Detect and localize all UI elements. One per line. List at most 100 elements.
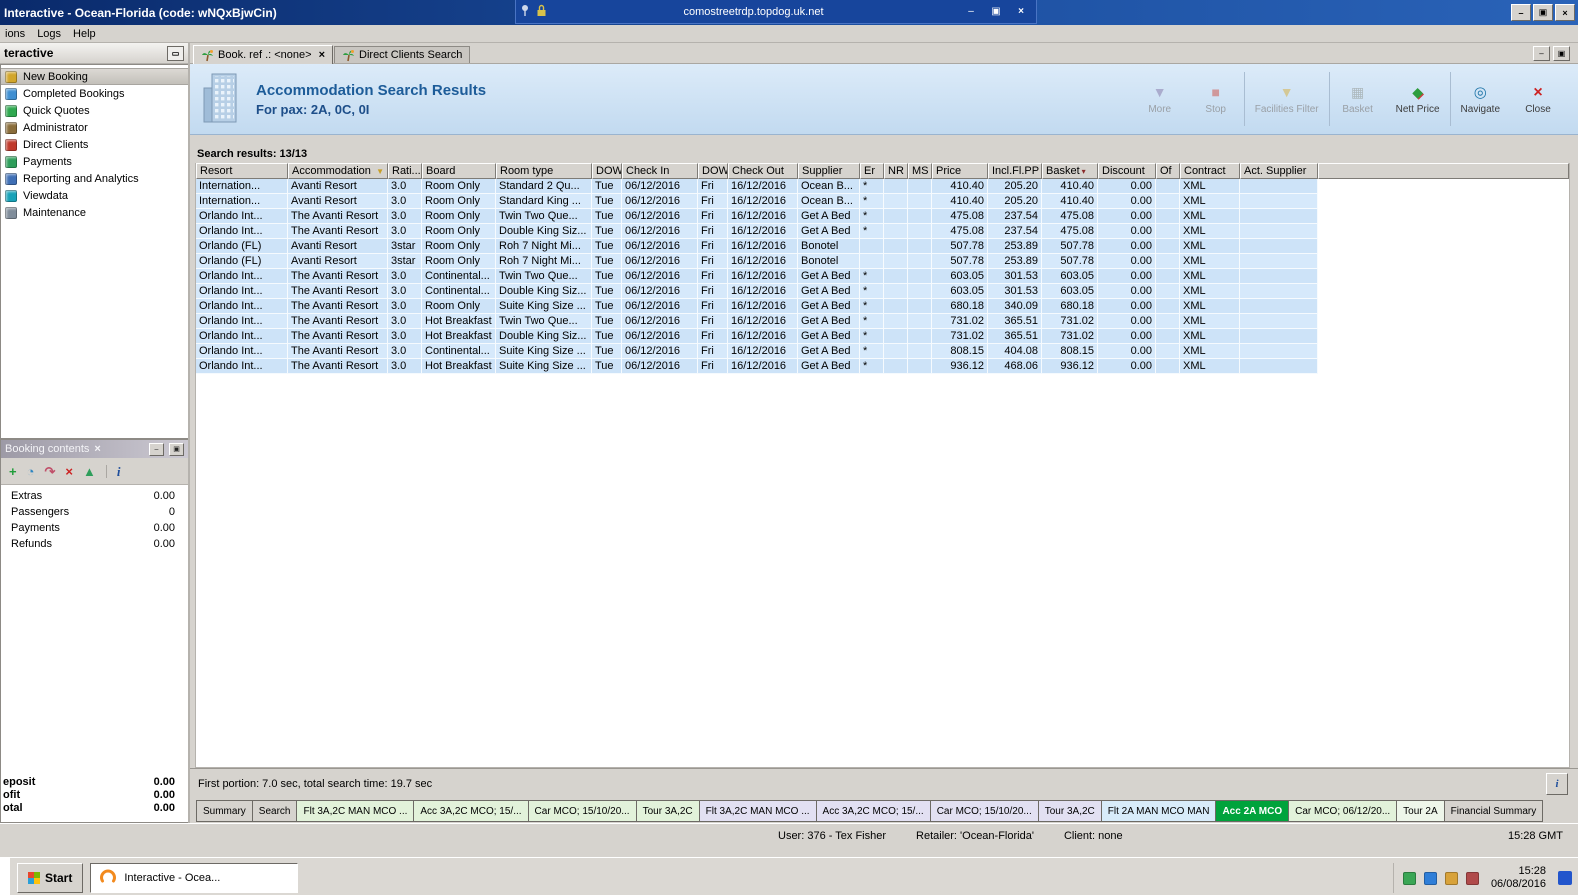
component-tab[interactable]: Tour 3A,2C xyxy=(1037,800,1102,822)
column-header[interactable]: Accommodation xyxy=(288,163,388,179)
window-close-button[interactable] xyxy=(1555,4,1575,21)
toolbar-button[interactable]: Facilities Filter xyxy=(1245,72,1330,126)
toolbar-button[interactable]: Basket xyxy=(1330,72,1386,126)
sidebar-item[interactable]: Payments xyxy=(1,153,188,170)
sidebar-item[interactable]: Completed Bookings xyxy=(1,85,188,102)
sidebar-item[interactable]: Administrator xyxy=(1,119,188,136)
table-row[interactable]: Orlando Int... The Avanti Resort 3.0 Hot Br… xyxy=(196,314,1318,329)
menu-item[interactable]: ions xyxy=(0,27,32,41)
column-header[interactable]: Er xyxy=(860,163,884,179)
column-header[interactable]: Rati... xyxy=(388,163,422,179)
start-button[interactable]: Start xyxy=(17,863,84,893)
sidebar-item[interactable]: Direct Clients xyxy=(1,136,188,153)
display-icon[interactable] xyxy=(1423,871,1437,885)
security-icon[interactable] xyxy=(1402,871,1416,885)
component-tab[interactable]: Financial Summary xyxy=(1443,800,1544,822)
sidebar-item[interactable]: Quick Quotes xyxy=(1,102,188,119)
main-panel-maximize-button[interactable] xyxy=(1553,46,1570,61)
column-header[interactable]: Check In xyxy=(622,163,698,179)
component-tab[interactable]: Car MCO; 06/12/20... xyxy=(1288,800,1398,822)
column-header[interactable]: Price xyxy=(932,163,988,179)
column-header[interactable]: Check Out xyxy=(728,163,798,179)
document-tab[interactable]: Book. ref .: <none> xyxy=(193,45,334,64)
column-header[interactable]: Supplier xyxy=(798,163,860,179)
sidebar-item[interactable]: New Booking xyxy=(1,68,188,85)
component-tab[interactable]: Flt 2A MAN MCO MAN xyxy=(1100,800,1217,822)
component-tab[interactable]: Summary xyxy=(196,800,253,822)
booking-contents-row[interactable]: Passengers 0 xyxy=(1,504,188,520)
sidebar-collapse-button[interactable] xyxy=(167,45,184,61)
taskbar-app-button[interactable]: Interactive - Ocea... xyxy=(90,863,299,893)
toolbar-button[interactable]: Nett Price xyxy=(1386,72,1451,126)
network-icon[interactable] xyxy=(1465,871,1479,885)
toolbar-button[interactable]: Stop xyxy=(1188,72,1245,126)
close-tab-icon[interactable] xyxy=(319,49,325,61)
refresh-icon[interactable]: ▲ xyxy=(83,465,96,478)
toolbar-button[interactable]: More xyxy=(1132,72,1188,126)
column-header[interactable]: DOW xyxy=(698,163,728,179)
column-header[interactable]: Act. Supplier xyxy=(1240,163,1318,179)
menu-item[interactable]: Logs xyxy=(32,27,68,41)
move-icon[interactable]: ↷ xyxy=(44,465,55,478)
booking-contents-row[interactable]: Refunds 0.00 xyxy=(1,536,188,552)
view-icon[interactable]: ◔ xyxy=(27,465,35,478)
table-row[interactable]: Orlando Int... The Avanti Resort 3.0 Room O… xyxy=(196,224,1318,239)
booking-contents-minimize-button[interactable] xyxy=(149,442,164,456)
rdp-minimize-button[interactable] xyxy=(960,3,982,20)
table-row[interactable]: Orlando Int... The Avanti Resort 3.0 Contin… xyxy=(196,269,1318,284)
column-header[interactable]: Discount xyxy=(1098,163,1156,179)
table-row[interactable]: Orlando Int... The Avanti Resort 3.0 Hot Br… xyxy=(196,359,1318,374)
component-tab[interactable]: Acc 3A,2C MCO; 15/... xyxy=(413,800,529,822)
toolbar-button[interactable]: Navigate xyxy=(1451,72,1510,126)
component-tab[interactable]: Acc 3A,2C MCO; 15/... xyxy=(815,800,931,822)
booking-contents-row[interactable]: Payments 0.00 xyxy=(1,520,188,536)
column-header[interactable]: Basket xyxy=(1042,163,1098,179)
column-header[interactable]: MS xyxy=(908,163,932,179)
column-header[interactable]: Of xyxy=(1156,163,1180,179)
component-tab[interactable]: Car MCO; 15/10/20... xyxy=(929,800,1039,822)
table-row[interactable]: Orlando (FL) Avanti Resort 3star Room Only R… xyxy=(196,239,1318,254)
table-row[interactable]: Orlando Int... The Avanti Resort 3.0 Room O… xyxy=(196,299,1318,314)
menu-item[interactable]: Help xyxy=(68,27,103,41)
pin-icon[interactable] xyxy=(520,4,530,20)
info-icon[interactable]: i xyxy=(105,464,120,478)
column-header[interactable]: NR xyxy=(884,163,908,179)
sidebar-item[interactable]: Maintenance xyxy=(1,204,188,221)
document-tab[interactable]: Direct Clients Search xyxy=(334,46,471,63)
component-tab[interactable]: Flt 3A,2C MAN MCO ... xyxy=(698,800,817,822)
table-row[interactable]: Internation... Avanti Resort 3.0 Room Only S… xyxy=(196,194,1318,209)
table-row[interactable]: Orlando Int... The Avanti Resort 3.0 Room O… xyxy=(196,209,1318,224)
column-header[interactable]: Incl.Fl.PP xyxy=(988,163,1042,179)
sidebar-item[interactable]: Reporting and Analytics xyxy=(1,170,188,187)
component-tab[interactable]: Tour 3A,2C xyxy=(635,800,700,822)
delete-icon[interactable]: × xyxy=(65,465,73,478)
component-tab[interactable]: Acc 2A MCO xyxy=(1215,800,1290,822)
add-icon[interactable]: + xyxy=(9,465,17,478)
component-tab[interactable]: Car MCO; 15/10/20... xyxy=(527,800,637,822)
column-header[interactable]: Contract xyxy=(1180,163,1240,179)
component-tab[interactable]: Tour 2A xyxy=(1396,800,1445,822)
column-header[interactable]: Room type xyxy=(496,163,592,179)
window-maximize-button[interactable] xyxy=(1533,4,1553,21)
rdp-restore-button[interactable] xyxy=(985,3,1007,20)
booking-contents-row[interactable]: Extras 0.00 xyxy=(1,488,188,504)
rdp-close-button[interactable] xyxy=(1010,3,1032,20)
sidebar-item[interactable]: Viewdata xyxy=(1,187,188,204)
table-row[interactable]: Orlando (FL) Avanti Resort 3star Room Only R… xyxy=(196,254,1318,269)
table-row[interactable]: Orlando Int... The Avanti Resort 3.0 Hot Br… xyxy=(196,329,1318,344)
table-row[interactable]: Internation... Avanti Resort 3.0 Room Only S… xyxy=(196,179,1318,194)
table-row[interactable]: Orlando Int... The Avanti Resort 3.0 Contin… xyxy=(196,344,1318,359)
filter-icon[interactable] xyxy=(376,167,384,176)
toolbar-button[interactable]: Close xyxy=(1510,72,1566,126)
component-tab[interactable]: Search xyxy=(251,800,298,822)
booking-contents-maximize-button[interactable] xyxy=(169,442,184,456)
table-row[interactable]: Orlando Int... The Avanti Resort 3.0 Contin… xyxy=(196,284,1318,299)
updates-icon[interactable] xyxy=(1444,871,1458,885)
component-tab[interactable]: Flt 3A,2C MAN MCO ... xyxy=(296,800,415,822)
main-panel-minimize-button[interactable] xyxy=(1533,46,1550,61)
input-language-icon[interactable] xyxy=(1558,871,1572,885)
column-header[interactable]: Board xyxy=(422,163,496,179)
window-minimize-button[interactable] xyxy=(1511,4,1531,21)
info-button[interactable] xyxy=(1546,773,1568,795)
column-header[interactable]: Resort xyxy=(196,163,288,179)
